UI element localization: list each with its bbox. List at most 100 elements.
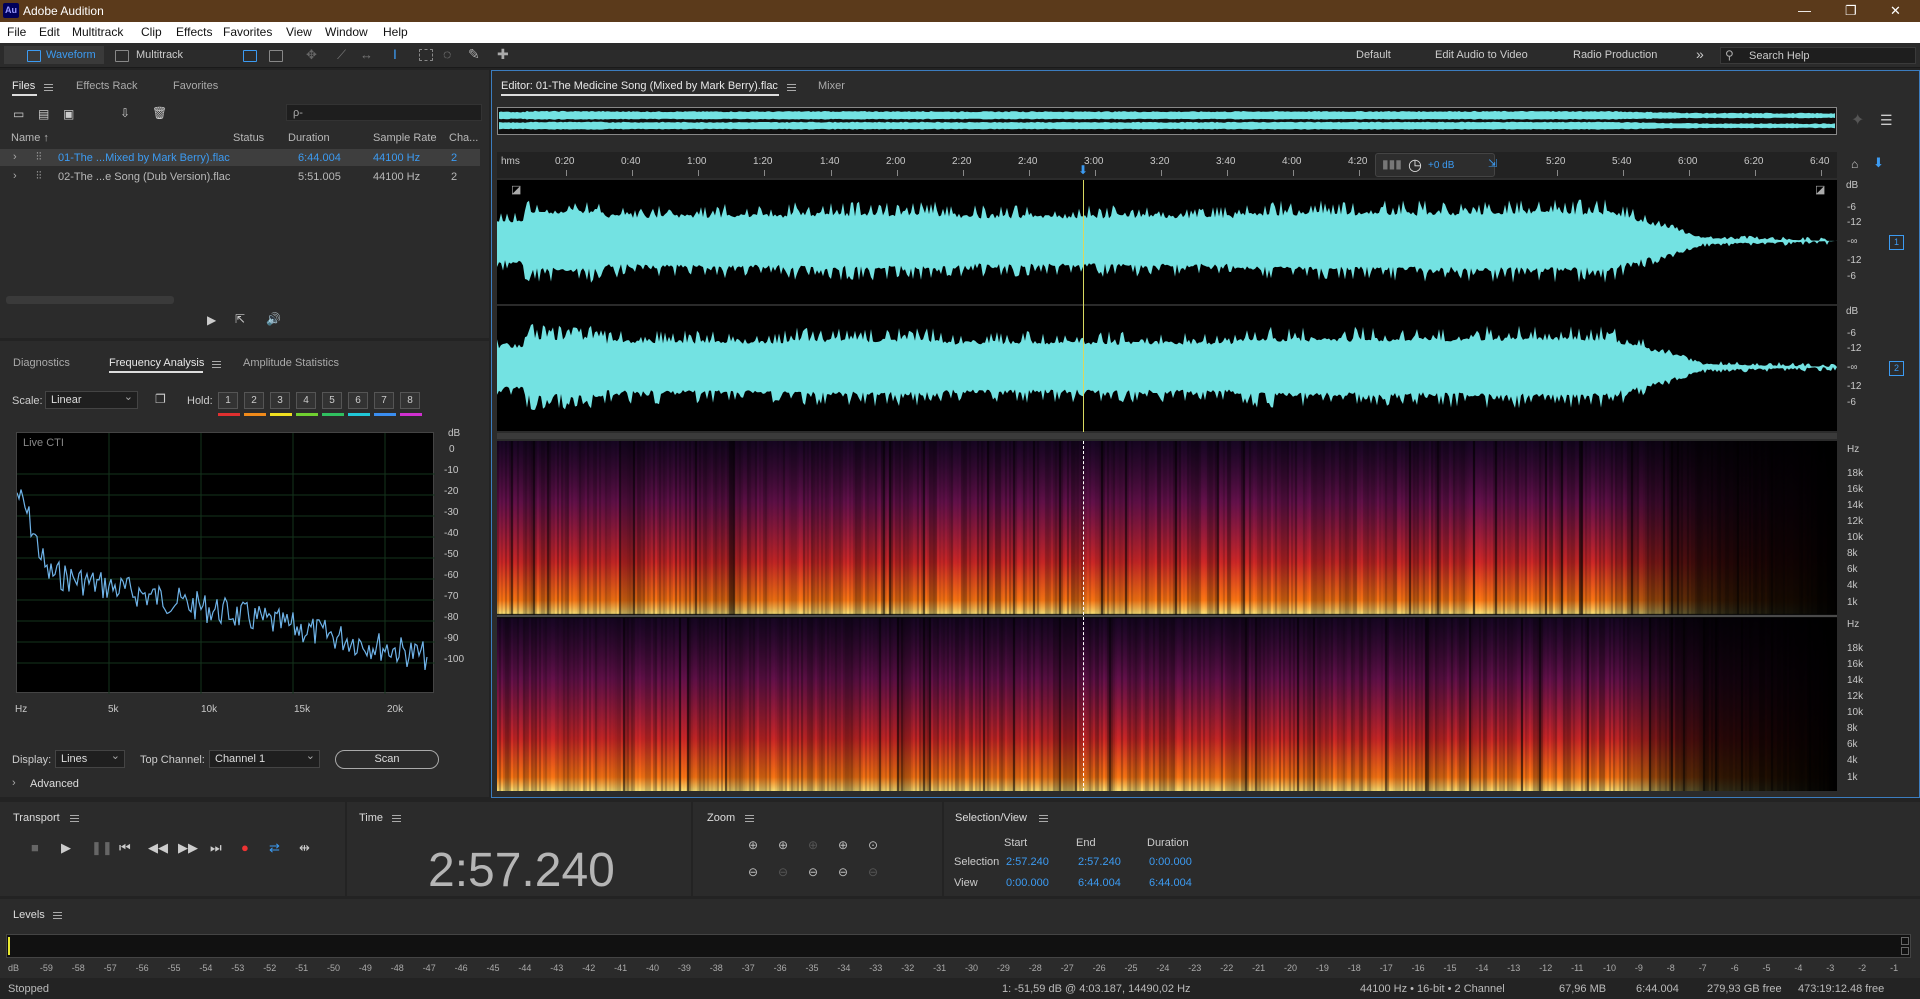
razor-tool-icon[interactable]: ⟋ bbox=[337, 47, 346, 63]
menu-file[interactable]: File bbox=[7, 25, 26, 39]
column-duration[interactable]: Duration bbox=[288, 132, 330, 144]
menu-clip[interactable]: Clip bbox=[141, 25, 162, 39]
column-name[interactable]: Name ↑ bbox=[11, 132, 49, 144]
menu-edit[interactable]: Edit bbox=[39, 25, 60, 39]
move-to-next-icon[interactable]: ⏭ bbox=[210, 840, 222, 856]
record-icon[interactable]: ● bbox=[241, 840, 249, 855]
open-file-icon[interactable]: ▭ bbox=[13, 107, 24, 121]
display-dropdown[interactable]: Lines bbox=[55, 749, 125, 768]
tab-effects-rack[interactable]: Effects Rack bbox=[76, 80, 138, 92]
column-channels[interactable]: Cha... bbox=[449, 132, 478, 144]
tab-amplitude-statistics[interactable]: Amplitude Statistics bbox=[243, 357, 339, 369]
column-status[interactable]: Status bbox=[233, 132, 264, 144]
menu-window[interactable]: Window bbox=[325, 25, 368, 39]
minimize-icon[interactable]: — bbox=[1798, 3, 1811, 18]
time-menu-icon[interactable] bbox=[392, 815, 401, 822]
tab-editor[interactable]: Editor: 01-The Medicine Song (Mixed by M… bbox=[501, 80, 778, 92]
workspace-edit-audio-to-video[interactable]: Edit Audio to Video bbox=[1435, 49, 1528, 61]
menu-effects[interactable]: Effects bbox=[176, 25, 212, 39]
channel-1-badge[interactable]: 1 bbox=[1889, 235, 1904, 250]
hold-button-3[interactable]: 3 bbox=[270, 392, 290, 409]
maximize-icon[interactable]: ❐ bbox=[1845, 3, 1857, 19]
scan-button[interactable]: Scan bbox=[335, 750, 439, 769]
top-channel-dropdown[interactable]: Channel 1 bbox=[209, 749, 320, 768]
zoom-out-full-time-icon[interactable]: ⊖ bbox=[808, 865, 826, 881]
hold-button-5[interactable]: 5 bbox=[322, 392, 342, 409]
spot-healing-tool-icon[interactable]: ✚ bbox=[497, 46, 509, 63]
more-workspaces-button[interactable]: » bbox=[1696, 46, 1704, 62]
hold-button-6[interactable]: 6 bbox=[348, 392, 368, 409]
scale-dropdown[interactable]: Linear bbox=[45, 390, 138, 409]
volume-gain-value[interactable]: +0 dB bbox=[1428, 160, 1454, 171]
spectral-display[interactable] bbox=[497, 441, 1837, 791]
fast-forward-icon[interactable]: ▶▶ bbox=[178, 840, 198, 856]
files-panel-menu-icon[interactable] bbox=[44, 84, 53, 91]
rewind-icon[interactable]: ◀◀ bbox=[148, 840, 168, 856]
zoom-out-time-icon[interactable]: ⊖ bbox=[778, 865, 796, 881]
selection-view-menu-icon[interactable] bbox=[1039, 815, 1048, 822]
zoom-out-full-icon[interactable]: ✦ bbox=[1851, 110, 1864, 130]
tab-diagnostics[interactable]: Diagnostics bbox=[13, 357, 70, 369]
workspace-radio-production[interactable]: Radio Production bbox=[1573, 49, 1657, 61]
menu-help[interactable]: Help bbox=[383, 25, 408, 39]
selection-end[interactable]: 2:57.240 bbox=[1078, 856, 1121, 868]
menu-multitrack[interactable]: Multitrack bbox=[72, 25, 123, 39]
files-search-input[interactable]: ρ- bbox=[286, 104, 482, 121]
move-to-previous-icon[interactable]: ⏮ bbox=[119, 840, 131, 856]
new-file-icon[interactable]: ▣ bbox=[63, 107, 74, 121]
marker-icon[interactable]: ⬇ bbox=[1873, 155, 1884, 171]
hold-button-2[interactable]: 2 bbox=[244, 392, 264, 409]
move-tool-icon[interactable]: ✥ bbox=[306, 47, 317, 63]
hud-volume[interactable]: ▮▮▮ ◷ +0 dB bbox=[1375, 153, 1495, 177]
zoom-in-left-icon[interactable]: ⊕ bbox=[808, 838, 826, 854]
close-icon[interactable]: ✕ bbox=[1890, 3, 1901, 19]
search-help-field[interactable]: ⚲ Search Help bbox=[1720, 47, 1916, 64]
slip-tool-icon[interactable]: ↔ bbox=[360, 47, 373, 62]
play-preview-icon[interactable]: ▶ bbox=[207, 313, 216, 327]
levels-menu-icon[interactable] bbox=[53, 912, 62, 919]
tab-mixer[interactable]: Mixer bbox=[818, 80, 845, 92]
zoom-to-playhead-icon[interactable]: ⊙ bbox=[868, 838, 886, 854]
hud-pin-icon[interactable]: ⇲ bbox=[1488, 157, 1497, 170]
workspace-default[interactable]: Default bbox=[1356, 49, 1391, 61]
stop-icon[interactable]: ■ bbox=[31, 840, 39, 855]
files-horizontal-scrollbar[interactable] bbox=[6, 296, 174, 304]
clip-indicator-right[interactable] bbox=[1901, 947, 1909, 955]
zoom-in-time-icon[interactable]: ⊕ bbox=[778, 838, 796, 854]
zoom-menu-icon[interactable] bbox=[745, 815, 754, 822]
pause-icon[interactable]: ❚❚ bbox=[91, 840, 113, 856]
advanced-chevron-icon[interactable]: › bbox=[12, 777, 16, 789]
selection-start[interactable]: 2:57.240 bbox=[1006, 856, 1049, 868]
loop-playback-icon[interactable]: ⇄ bbox=[269, 840, 280, 856]
import-file-icon[interactable]: ▤ bbox=[38, 107, 49, 121]
view-divider[interactable] bbox=[497, 433, 1837, 439]
track-options-icon[interactable]: ◪ bbox=[511, 183, 521, 196]
hold-button-8[interactable]: 8 bbox=[400, 392, 420, 409]
advanced-toggle[interactable]: Advanced bbox=[30, 778, 79, 790]
loop-preview-icon[interactable]: ⇱ bbox=[235, 312, 245, 326]
play-icon[interactable]: ▶ bbox=[61, 840, 71, 856]
zoom-in-amplitude-icon[interactable]: ⊕ bbox=[748, 838, 766, 854]
menu-favorites[interactable]: Favorites bbox=[223, 25, 272, 39]
clip-indicator-left[interactable] bbox=[1901, 937, 1909, 945]
view-start[interactable]: 0:00.000 bbox=[1006, 877, 1049, 889]
skip-selection-icon[interactable]: ⇹ bbox=[299, 840, 310, 856]
analysis-panel-menu-icon[interactable] bbox=[212, 361, 221, 368]
snap-icon[interactable]: ⌂ bbox=[1851, 157, 1858, 171]
column-sample-rate[interactable]: Sample Rate bbox=[373, 132, 437, 144]
brush-tool-icon[interactable]: ✎ bbox=[468, 46, 480, 63]
selection-duration[interactable]: 0:00.000 bbox=[1149, 856, 1192, 868]
menu-view[interactable]: View bbox=[286, 25, 312, 39]
lasso-tool-icon[interactable]: ◌ bbox=[443, 46, 451, 62]
zoom-out-full-icon[interactable]: ⊖ bbox=[868, 865, 886, 881]
track-expand-icon[interactable]: ◪ bbox=[1815, 183, 1825, 196]
playhead-handle-icon[interactable]: ⬇ bbox=[1078, 163, 1088, 177]
editor-panel-menu-icon[interactable] bbox=[787, 84, 796, 91]
tab-favorites[interactable]: Favorites bbox=[173, 80, 218, 92]
spectral-frequency-icon[interactable] bbox=[269, 50, 283, 62]
delete-file-icon[interactable]: 🗑 bbox=[152, 106, 167, 120]
spectral-waveform-icon[interactable] bbox=[243, 50, 257, 62]
zoom-in-right-icon[interactable]: ⊕ bbox=[838, 838, 856, 854]
file-name[interactable]: 01-The ...Mixed by Mark Berry).flac bbox=[58, 152, 230, 164]
volume-knob-icon[interactable]: ◷ bbox=[1408, 155, 1422, 175]
